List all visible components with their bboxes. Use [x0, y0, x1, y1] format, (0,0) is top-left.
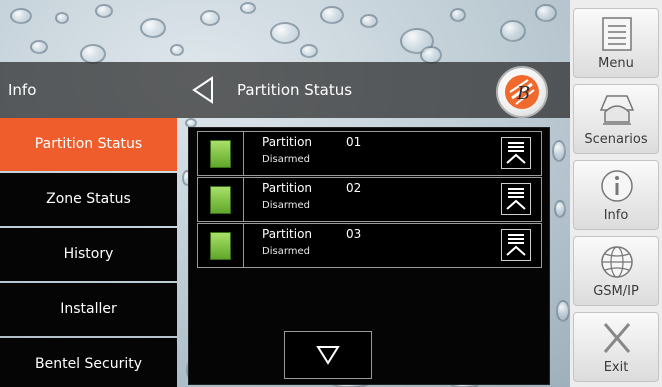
- partition-detail-button[interactable]: [501, 137, 531, 169]
- section-title: Info: [8, 81, 37, 99]
- exit-icon: [603, 323, 631, 353]
- left-menu-item-history[interactable]: History: [0, 228, 177, 281]
- partition-status: Disarmed: [262, 246, 310, 257]
- partition-number: 03: [346, 227, 362, 241]
- partition-status: Disarmed: [262, 200, 310, 211]
- back-arrow-icon[interactable]: [188, 75, 218, 105]
- bentel-logo: B: [496, 66, 548, 118]
- right-menu: Menu Scenarios Info GSM/IP Exit: [570, 0, 662, 387]
- right-menu-label: Info: [603, 208, 629, 223]
- left-menu: Partition Status Zone Status History Ins…: [0, 118, 180, 387]
- water-drop: [10, 8, 32, 24]
- partition-number: 02: [346, 181, 362, 195]
- right-menu-item-menu[interactable]: Menu: [573, 8, 659, 78]
- water-drop: [30, 40, 48, 54]
- water-drop: [270, 22, 300, 44]
- left-menu-item-zone-status[interactable]: Zone Status: [0, 173, 177, 226]
- partition-row[interactable]: Partition 01 Disarmed: [197, 131, 542, 176]
- svg-text:B: B: [516, 83, 530, 104]
- water-drop: [450, 8, 466, 22]
- water-drop: [140, 18, 166, 38]
- partition-detail-button[interactable]: [501, 183, 531, 215]
- page-title: Partition Status: [237, 81, 353, 99]
- right-menu-item-exit[interactable]: Exit: [573, 312, 659, 382]
- left-menu-item-bentel-security[interactable]: Bentel Security: [0, 338, 177, 387]
- status-led: [210, 186, 231, 214]
- water-drop: [95, 4, 113, 18]
- water-drop: [320, 6, 344, 24]
- list-chevron-up-icon: [506, 234, 526, 256]
- water-drop: [80, 44, 106, 64]
- triangle-down-icon: [316, 346, 340, 365]
- status-led: [210, 232, 231, 260]
- left-menu-item-installer[interactable]: Installer: [0, 283, 177, 336]
- water-drop: [554, 200, 566, 218]
- menu-icon: [602, 17, 632, 51]
- right-menu-label: Menu: [598, 56, 634, 71]
- partition-detail-button[interactable]: [501, 229, 531, 261]
- led-box: [198, 178, 244, 221]
- partition-status: Disarmed: [262, 154, 310, 165]
- water-drop: [200, 10, 220, 26]
- water-drop: [300, 44, 318, 58]
- water-drop: [240, 2, 256, 14]
- partition-row[interactable]: Partition 02 Disarmed: [197, 177, 542, 222]
- led-box: [198, 132, 244, 175]
- list-chevron-up-icon: [506, 188, 526, 210]
- led-box: [198, 224, 244, 267]
- water-drop: [535, 4, 557, 22]
- water-drop: [55, 12, 69, 24]
- right-menu-label: Scenarios: [584, 132, 648, 147]
- right-menu-label: Exit: [603, 360, 629, 375]
- scroll-down-button[interactable]: [284, 331, 372, 379]
- water-drop: [360, 14, 378, 28]
- partition-label: Partition: [262, 181, 313, 195]
- water-drop: [552, 140, 566, 162]
- info-icon: [601, 170, 633, 202]
- partition-list-panel: Partition 01 Disarmed Partition 02 Disar…: [188, 127, 550, 385]
- list-chevron-up-icon: [506, 142, 526, 164]
- left-menu-item-partition-status[interactable]: Partition Status: [0, 118, 177, 171]
- water-drop: [500, 20, 526, 42]
- right-menu-label: GSM/IP: [593, 284, 639, 299]
- partition-number: 01: [346, 135, 362, 149]
- right-menu-item-gsm-ip[interactable]: GSM/IP: [573, 236, 659, 306]
- status-led: [210, 140, 231, 168]
- scenarios-icon: [599, 95, 635, 125]
- water-drop: [170, 44, 184, 56]
- water-drop: [556, 300, 570, 322]
- right-menu-item-scenarios[interactable]: Scenarios: [573, 84, 659, 154]
- right-menu-item-info[interactable]: Info: [573, 160, 659, 230]
- globe-icon: [601, 246, 633, 278]
- partition-label: Partition: [262, 135, 313, 149]
- partition-label: Partition: [262, 227, 313, 241]
- partition-row[interactable]: Partition 03 Disarmed: [197, 223, 542, 268]
